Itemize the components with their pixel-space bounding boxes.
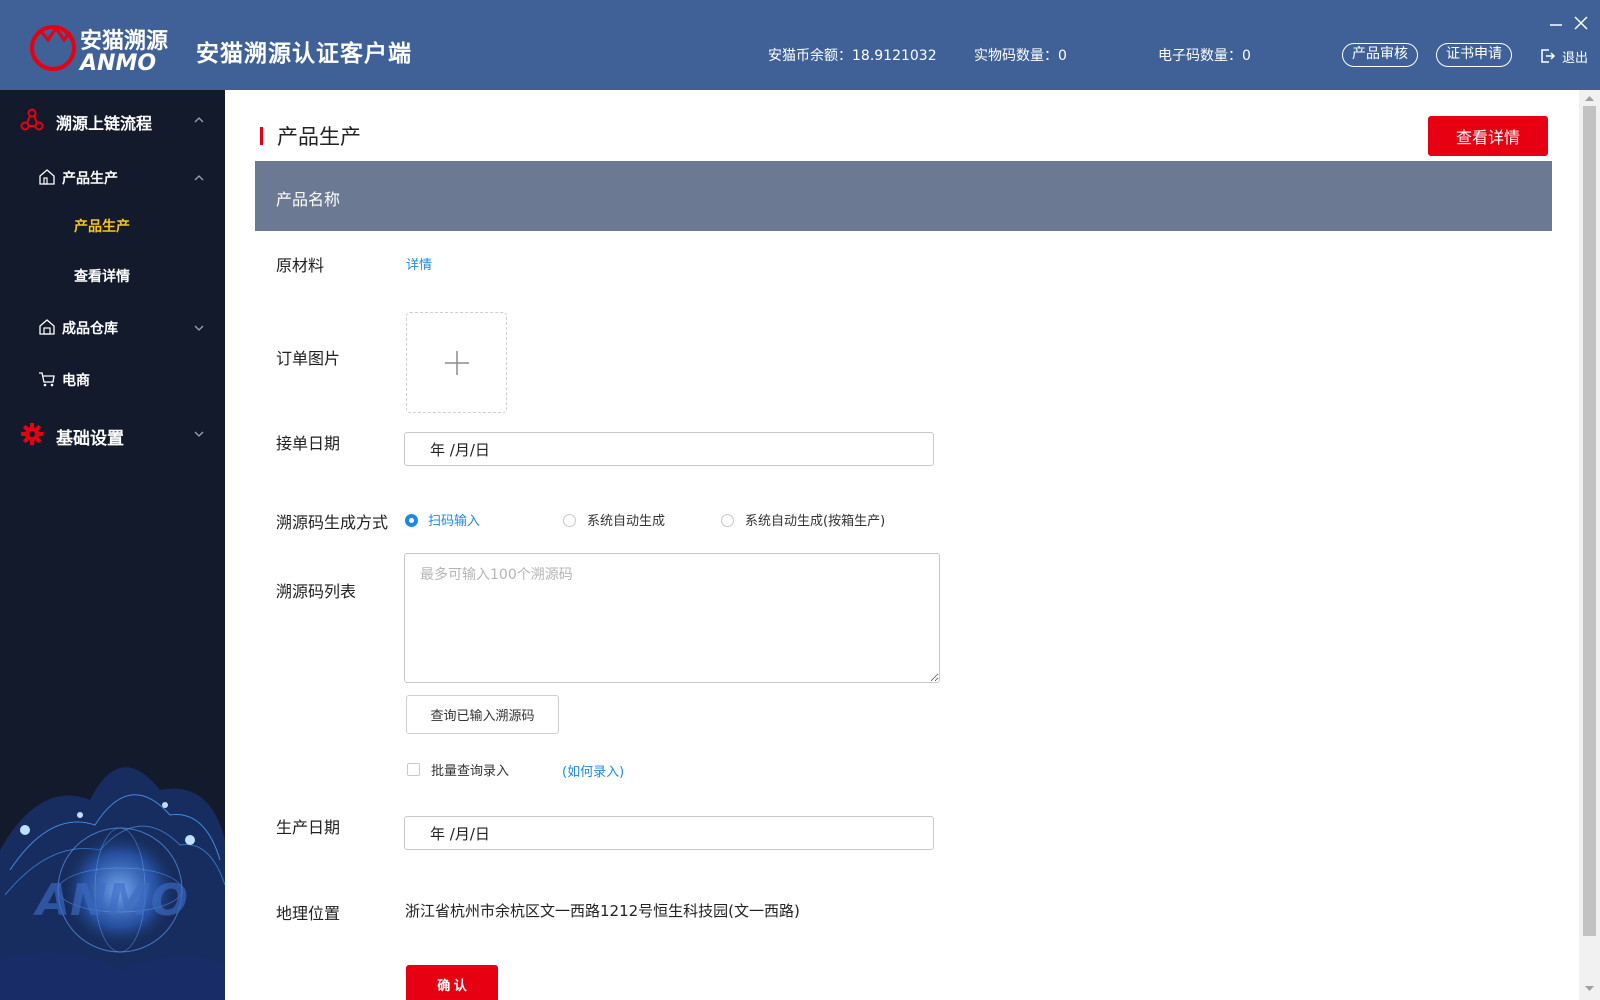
sidebar-group-label: 溯源上链流程 xyxy=(56,114,153,133)
product-name-header: 产品名称 xyxy=(255,161,1552,231)
electronic-code-count: 电子码数量：0 xyxy=(1158,48,1251,64)
warehouse-icon xyxy=(39,319,55,335)
network-icon xyxy=(20,108,44,131)
sidebar-item-warehouse[interactable]: 成品仓库 xyxy=(0,302,225,354)
chevron-down-icon xyxy=(194,431,204,437)
certificate-apply-button[interactable]: 证书申请 xyxy=(1436,43,1512,67)
close-icon[interactable] xyxy=(1572,14,1590,32)
logout-button[interactable]: 退出 xyxy=(1562,47,1588,66)
watermark-text: ANMO xyxy=(33,875,188,926)
chevron-up-icon xyxy=(194,175,204,181)
logo-en-text: ANMO xyxy=(78,51,156,72)
chevron-up-icon xyxy=(194,117,204,123)
radio-label[interactable]: 扫码输入 xyxy=(428,510,480,529)
minimize-icon[interactable] xyxy=(1547,14,1565,32)
batch-query-checkbox[interactable] xyxy=(407,763,420,776)
main-content: 产品生产 查看详情 产品名称 原材料 详情 订单图片 接单日期 溯源码生成方式 … xyxy=(225,90,1600,1000)
receive-date-input[interactable] xyxy=(404,432,934,466)
radio-label[interactable]: 系统自动生成(按箱生产) xyxy=(745,510,885,529)
order-image-label: 订单图片 xyxy=(276,349,341,368)
order-image-upload[interactable] xyxy=(406,312,507,413)
sidebar-group-basic-settings[interactable]: 基础设置 xyxy=(0,406,225,464)
raw-material-details-link[interactable]: 详情 xyxy=(406,254,432,273)
scroll-down-icon[interactable] xyxy=(1584,985,1595,993)
sidebar-item-ecommerce[interactable]: 电商 xyxy=(0,354,225,406)
location-value: 浙江省杭州市余杭区文一西路1212号恒生科技园(文一西路) xyxy=(405,902,800,920)
product-name-label: 产品名称 xyxy=(276,190,341,209)
sidebar: 溯源上链流程 产品生产 产品生产 查看详情 成品仓库 电商 基础设置 ANMO xyxy=(0,90,225,1000)
radio-auto-generate[interactable] xyxy=(563,514,576,527)
scroll-up-icon[interactable] xyxy=(1584,94,1595,102)
globe-illustration: ANMO xyxy=(0,767,225,1000)
page-title: 产品生产 xyxy=(277,125,361,149)
sidebar-item-label: 电商 xyxy=(62,373,90,389)
radio-label[interactable]: 系统自动生成 xyxy=(587,510,665,529)
cart-icon xyxy=(39,372,55,387)
radio-auto-generate-box[interactable] xyxy=(721,514,734,527)
production-date-input[interactable] xyxy=(404,816,934,850)
sidebar-subitem-view-details[interactable]: 查看详情 xyxy=(74,266,130,286)
sidebar-item-product-production[interactable]: 产品生产 xyxy=(0,152,225,204)
app-title: 安猫溯源认证客户端 xyxy=(196,41,412,67)
factory-icon xyxy=(39,169,55,185)
code-list-textarea[interactable] xyxy=(404,553,940,683)
how-to-enter-link[interactable]: (如何录入) xyxy=(562,761,624,780)
view-details-button[interactable]: 查看详情 xyxy=(1428,116,1548,156)
anmo-logo: 安猫溯源 ANMO xyxy=(30,25,168,72)
code-list-label: 溯源码列表 xyxy=(276,582,357,601)
sidebar-item-label: 成品仓库 xyxy=(62,321,118,337)
radio-scan-input[interactable] xyxy=(405,514,418,527)
sidebar-group-label: 基础设置 xyxy=(56,429,124,449)
app-header: 安猫溯源 ANMO 安猫溯源认证客户端 安猫币余额：18.9121032 实物码… xyxy=(0,0,1600,90)
sidebar-group-trace-chain[interactable]: 溯源上链流程 xyxy=(0,90,225,152)
production-date-label: 生产日期 xyxy=(276,818,341,837)
plus-icon xyxy=(444,350,469,375)
product-review-button[interactable]: 产品审核 xyxy=(1342,43,1418,67)
query-entered-codes-button[interactable]: 查询已输入溯源码 xyxy=(406,695,559,734)
sidebar-subitem-production-active[interactable]: 产品生产 xyxy=(74,216,130,236)
scrollbar-thumb[interactable] xyxy=(1583,106,1596,936)
logout-icon[interactable] xyxy=(1540,48,1556,64)
raw-material-label: 原材料 xyxy=(276,256,325,275)
physical-code-count: 实物码数量：0 xyxy=(974,48,1067,64)
location-label: 地理位置 xyxy=(276,904,341,923)
section-accent-bar xyxy=(260,127,263,145)
balance-stat: 安猫币余额：18.9121032 xyxy=(768,48,937,64)
gear-icon xyxy=(21,423,43,445)
batch-query-label: 批量查询录入 xyxy=(431,764,510,779)
code-method-label: 溯源码生成方式 xyxy=(276,513,389,532)
receive-date-label: 接单日期 xyxy=(276,434,341,453)
confirm-button[interactable]: 确 认 xyxy=(406,965,498,1000)
vertical-scrollbar[interactable] xyxy=(1579,90,1600,1000)
chevron-down-icon xyxy=(194,325,204,331)
sidebar-item-label: 产品生产 xyxy=(62,171,118,187)
